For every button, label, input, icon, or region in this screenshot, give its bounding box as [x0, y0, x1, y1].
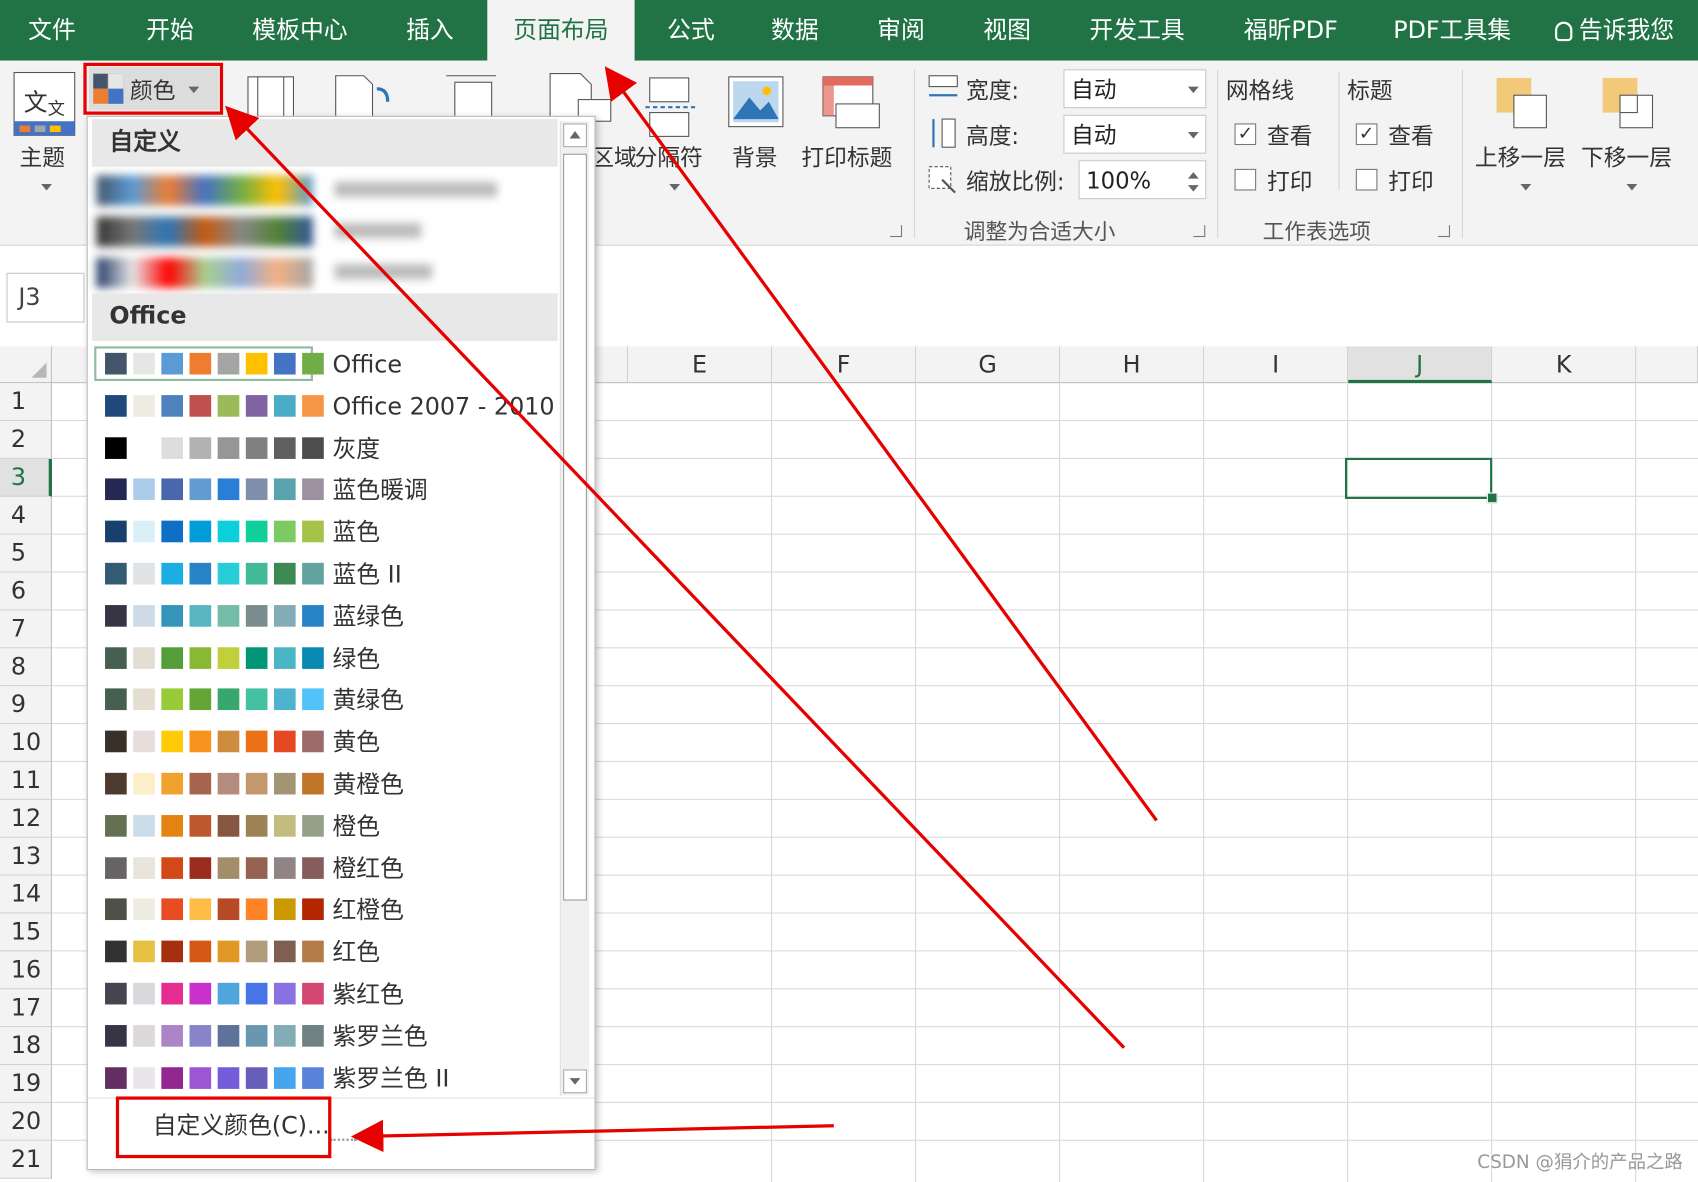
- annotation-arrows: [225, 66, 1158, 1153]
- watermark: CSDN @狷介的产品之路: [1477, 1151, 1683, 1174]
- arrow-to-colors-button: [225, 105, 1126, 1049]
- arrow-to-page-layout-tab: [604, 66, 1158, 822]
- arrow-to-custom-colors: [350, 1119, 834, 1153]
- excel-window: 文件 开始 模板中心 插入 页面布局 公式 数据 审阅 视图 开发工具 福昕PD…: [0, 0, 1698, 1182]
